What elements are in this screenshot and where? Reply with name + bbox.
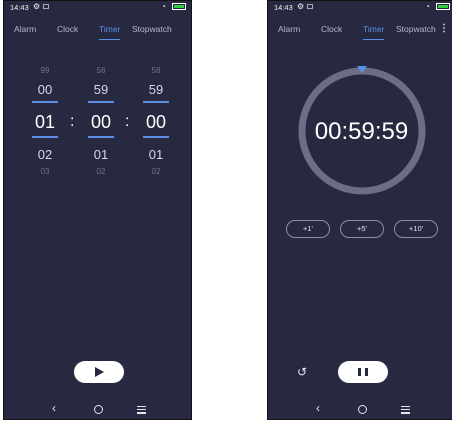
add-10-minutes-button[interactable]: +10' <box>394 220 438 238</box>
back-icon[interactable]: ‹ <box>52 401 56 415</box>
seconds-selected[interactable]: 00 <box>143 112 169 133</box>
tab-active-underline <box>363 39 385 40</box>
battery-icon <box>172 3 186 10</box>
more-options-icon[interactable]: ⋮ <box>439 23 449 34</box>
add-1-minute-button[interactable]: +1' <box>286 220 330 238</box>
home-icon[interactable] <box>358 405 367 414</box>
hours-above[interactable]: 00 <box>32 82 58 97</box>
hours-picker[interactable]: 99 00 01 02 03 <box>32 61 58 181</box>
minutes-above[interactable]: 59 <box>88 82 114 97</box>
tab-timer[interactable]: Timer <box>99 24 121 40</box>
seconds-far-below: 02 <box>151 167 161 176</box>
status-bar: 14:43 ⚙ ◔ <box>4 1 191 13</box>
seconds-top-line <box>143 101 169 103</box>
tab-alarm[interactable]: Alarm <box>278 24 300 34</box>
pause-button[interactable] <box>338 361 388 383</box>
hours-selected[interactable]: 01 <box>32 112 58 133</box>
status-time: 14:43 <box>274 3 293 12</box>
minutes-picker[interactable]: 58 59 00 01 02 <box>88 61 114 181</box>
minutes-bottom-line <box>88 136 114 138</box>
seconds-far-above: 58 <box>151 66 161 75</box>
start-button[interactable] <box>74 361 124 383</box>
home-icon[interactable] <box>94 405 103 414</box>
wifi-signal-icon: ◔ <box>425 2 430 11</box>
navigation-bar: ‹ <box>4 401 191 418</box>
tab-bar: Alarm Clock Timer Stopwatch ⋮ <box>268 21 452 40</box>
minutes-top-line <box>88 101 114 103</box>
minutes-below[interactable]: 01 <box>88 147 114 162</box>
hours-bottom-line <box>32 136 58 138</box>
tab-bar: Alarm Clock Timer Stopwatch <box>4 21 191 40</box>
minutes-far-below: 02 <box>96 167 106 176</box>
seconds-below[interactable]: 01 <box>143 147 169 162</box>
seconds-picker[interactable]: 58 59 00 01 02 <box>143 61 169 181</box>
seconds-bottom-line <box>143 136 169 138</box>
minutes-far-above: 58 <box>96 66 106 75</box>
hours-far-below: 03 <box>40 167 50 176</box>
tab-timer[interactable]: Timer <box>363 24 385 40</box>
battery-icon <box>436 3 450 10</box>
status-time: 14:43 <box>10 3 29 12</box>
hours-below[interactable]: 02 <box>32 147 58 162</box>
tab-alarm[interactable]: Alarm <box>14 24 36 34</box>
tab-timer-label: Timer <box>363 24 385 34</box>
recents-icon[interactable] <box>401 406 410 416</box>
seconds-above[interactable]: 59 <box>143 82 169 97</box>
image-notification-icon <box>307 4 313 9</box>
separator-colon: : <box>70 113 75 130</box>
countdown-display: 00:59:59 <box>314 118 409 145</box>
timer-setup-screen: 14:43 ⚙ ◔ Alarm Clock Timer Stopwatch 99… <box>3 0 192 420</box>
recents-icon[interactable] <box>137 406 146 416</box>
navigation-bar: ‹ <box>268 401 452 418</box>
tab-stopwatch[interactable]: Stopwatch <box>396 24 436 34</box>
tab-clock[interactable]: Clock <box>57 24 78 34</box>
minutes-selected[interactable]: 00 <box>88 112 114 133</box>
gear-icon: ⚙ <box>297 2 305 11</box>
back-icon[interactable]: ‹ <box>316 401 320 415</box>
separator-colon: : <box>125 113 130 130</box>
tab-clock[interactable]: Clock <box>321 24 342 34</box>
pause-icon <box>358 368 361 376</box>
hours-top-line <box>32 101 58 103</box>
timer-running-screen: 14:43 ⚙ ◔ Alarm Clock Timer Stopwatch ⋮ … <box>267 0 452 420</box>
tab-stopwatch[interactable]: Stopwatch <box>132 24 172 34</box>
pause-icon <box>365 368 368 376</box>
reset-icon[interactable]: ↺ <box>297 365 307 379</box>
wifi-signal-icon: ◔ <box>161 2 166 11</box>
add-5-minutes-button[interactable]: +5' <box>340 220 384 238</box>
tab-timer-label: Timer <box>99 24 121 34</box>
tab-active-underline <box>99 39 121 40</box>
status-bar: 14:43 ⚙ ◔ <box>268 1 452 13</box>
hours-far-above: 99 <box>40 66 50 75</box>
gear-icon: ⚙ <box>33 2 41 11</box>
image-notification-icon <box>43 4 49 9</box>
